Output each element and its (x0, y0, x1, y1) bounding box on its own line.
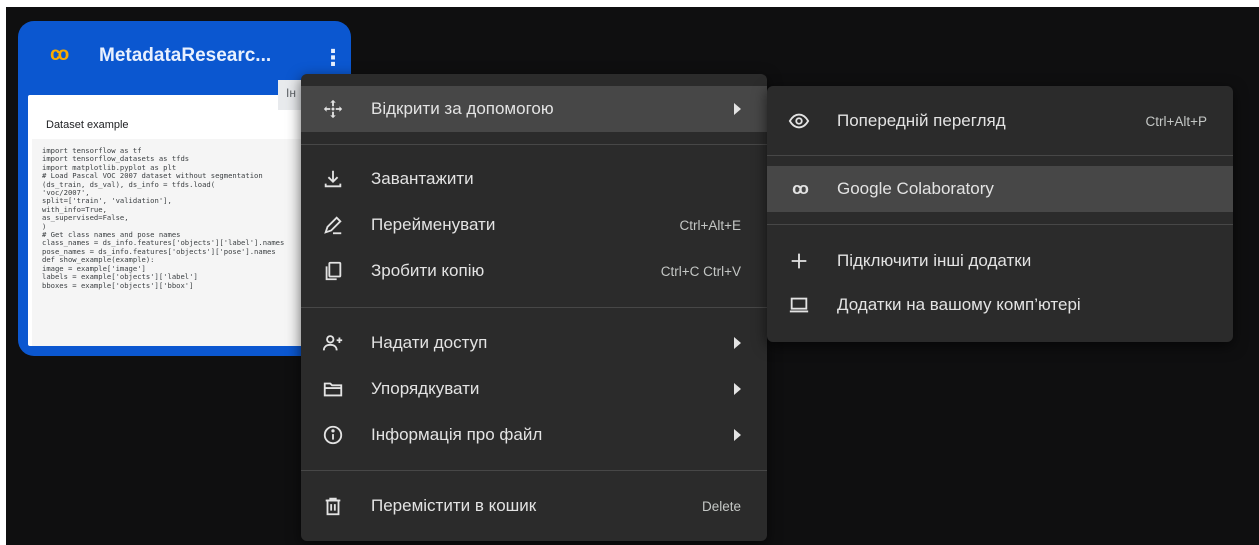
submenu-item-google-colaboratory[interactable]: co Google Colaboratory (767, 166, 1233, 212)
copy-icon (319, 257, 347, 285)
menu-item-share-label: Надати доступ (371, 333, 488, 352)
submenu-arrow-icon (734, 337, 741, 349)
menu-item-file-info[interactable]: Інформація про файл (301, 412, 767, 458)
menu-item-rename-label: Перейменувати (371, 215, 496, 234)
menu-item-move-to-trash[interactable]: Перемістити в кошик Delete (301, 483, 767, 529)
menu-item-download-label: Завантажити (371, 169, 474, 188)
menu-item-download[interactable]: Завантажити (301, 156, 767, 202)
trash-icon (319, 492, 347, 520)
more-actions-icon[interactable]: ⋮ (319, 41, 347, 77)
file-thumbnail: Dataset example import tensorflow as tf … (28, 95, 341, 346)
colab-logo-icon: co (792, 179, 809, 198)
menu-item-open-with-label: Відкрити за допомогою (371, 99, 554, 118)
preview-shortcut: Ctrl+Alt+P (1145, 113, 1207, 129)
menu-item-open-with[interactable]: Відкрити за допомогою (301, 86, 767, 132)
submenu-arrow-icon (734, 103, 741, 115)
menu-divider (301, 307, 767, 308)
rename-shortcut: Ctrl+Alt+E (679, 217, 741, 233)
copy-shortcut: Ctrl+C Ctrl+V (660, 263, 741, 279)
rename-pencil-icon (319, 211, 347, 239)
submenu-arrow-icon (734, 383, 741, 395)
open-with-icon (319, 95, 347, 123)
thumbnail-code: import tensorflow as tf import tensorflo… (32, 139, 341, 346)
context-menu: Відкрити за допомогою Завантажити Перейм… (301, 74, 767, 541)
submenu-item-computer-apps-label: Додатки на вашому комп’ютері (837, 295, 1081, 314)
trash-shortcut: Delete (701, 498, 741, 514)
plus-icon (785, 247, 813, 275)
share-person-add-icon (319, 329, 347, 357)
colab-logo-icon: co (50, 44, 69, 65)
menu-divider (767, 155, 1233, 156)
download-icon (319, 165, 347, 193)
menu-item-make-copy-label: Зробити копію (371, 261, 485, 280)
open-with-submenu: Попередній перегляд Ctrl+Alt+P co Google… (767, 86, 1233, 342)
submenu-item-connect-apps[interactable]: Підключити інші додатки (767, 238, 1233, 284)
info-icon (319, 421, 347, 449)
menu-divider (301, 470, 767, 471)
menu-item-organize-label: Упорядкувати (371, 379, 480, 398)
menu-item-organize[interactable]: Упорядкувати (301, 366, 767, 412)
menu-item-rename[interactable]: Перейменувати Ctrl+Alt+E (301, 202, 767, 248)
menu-item-make-copy[interactable]: Зробити копію Ctrl+C Ctrl+V (301, 248, 767, 294)
folder-open-icon (319, 375, 347, 403)
thumbnail-heading: Dataset example (46, 119, 129, 131)
submenu-item-connect-apps-label: Підключити інші додатки (837, 251, 1032, 270)
submenu-item-preview-label: Попередній перегляд (837, 111, 1006, 130)
menu-item-file-info-label: Інформація про файл (371, 425, 543, 444)
menu-item-share[interactable]: Надати доступ (301, 320, 767, 366)
menu-item-move-to-trash-label: Перемістити в кошик (371, 496, 537, 515)
menu-divider (301, 144, 767, 145)
submenu-item-google-colaboratory-label: Google Colaboratory (837, 179, 994, 198)
submenu-item-preview[interactable]: Попередній перегляд Ctrl+Alt+P (767, 98, 1233, 144)
eye-icon (785, 107, 813, 135)
submenu-item-computer-apps[interactable]: Додатки на вашому комп’ютері (767, 282, 1233, 328)
file-card-title: MetadataResearc... (99, 45, 272, 66)
laptop-icon (785, 291, 813, 319)
menu-divider (767, 224, 1233, 225)
submenu-arrow-icon (734, 429, 741, 441)
